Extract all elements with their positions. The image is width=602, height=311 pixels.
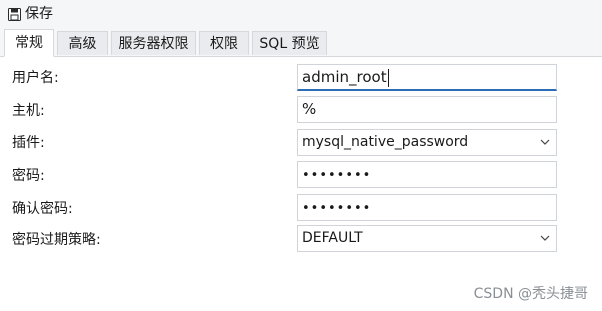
confirm-password-input[interactable]: •••••••• — [297, 194, 557, 221]
watermark: CSDN @秃头捷哥 — [473, 286, 588, 302]
plugin-value: mysql_native_password — [302, 134, 469, 150]
confirm-password-value: •••••••• — [302, 201, 372, 216]
text-caret — [387, 68, 389, 87]
tab-general[interactable]: 常规 — [4, 29, 54, 57]
host-input[interactable]: % — [297, 96, 557, 123]
password-policy-select[interactable]: DEFAULT — [297, 225, 557, 252]
plugin-label: 插件: — [12, 135, 45, 151]
password-label: 密码: — [12, 168, 45, 184]
chevron-down-icon — [540, 235, 550, 241]
general-form-panel: 用户名: admin_root 主机: % 插件: mysql_native_p… — [0, 57, 602, 311]
tab-bar: 常规 高级 服务器权限 权限 SQL 预览 — [0, 29, 602, 57]
plugin-select[interactable]: mysql_native_password — [297, 129, 557, 156]
tab-sql-preview[interactable]: SQL 预览 — [252, 31, 327, 55]
save-icon — [8, 7, 21, 21]
username-value: admin_root — [302, 68, 387, 86]
password-input[interactable]: •••••••• — [297, 161, 557, 188]
username-label: 用户名: — [12, 70, 59, 86]
chevron-down-icon — [540, 139, 550, 145]
tab-server-privileges[interactable]: 服务器权限 — [111, 31, 196, 55]
password-policy-label: 密码过期策略: — [12, 232, 101, 248]
username-input[interactable]: admin_root — [297, 64, 557, 91]
save-label: 保存 — [25, 6, 53, 22]
host-value: % — [302, 100, 317, 118]
password-value: •••••••• — [302, 168, 372, 183]
toolbar: 保存 — [0, 0, 602, 28]
host-label: 主机: — [12, 103, 45, 119]
save-button[interactable]: 保存 — [4, 3, 57, 25]
confirm-password-label: 确认密码: — [12, 201, 73, 217]
tab-privileges[interactable]: 权限 — [199, 31, 249, 55]
password-policy-value: DEFAULT — [302, 230, 363, 246]
tab-advanced[interactable]: 高级 — [57, 31, 108, 55]
